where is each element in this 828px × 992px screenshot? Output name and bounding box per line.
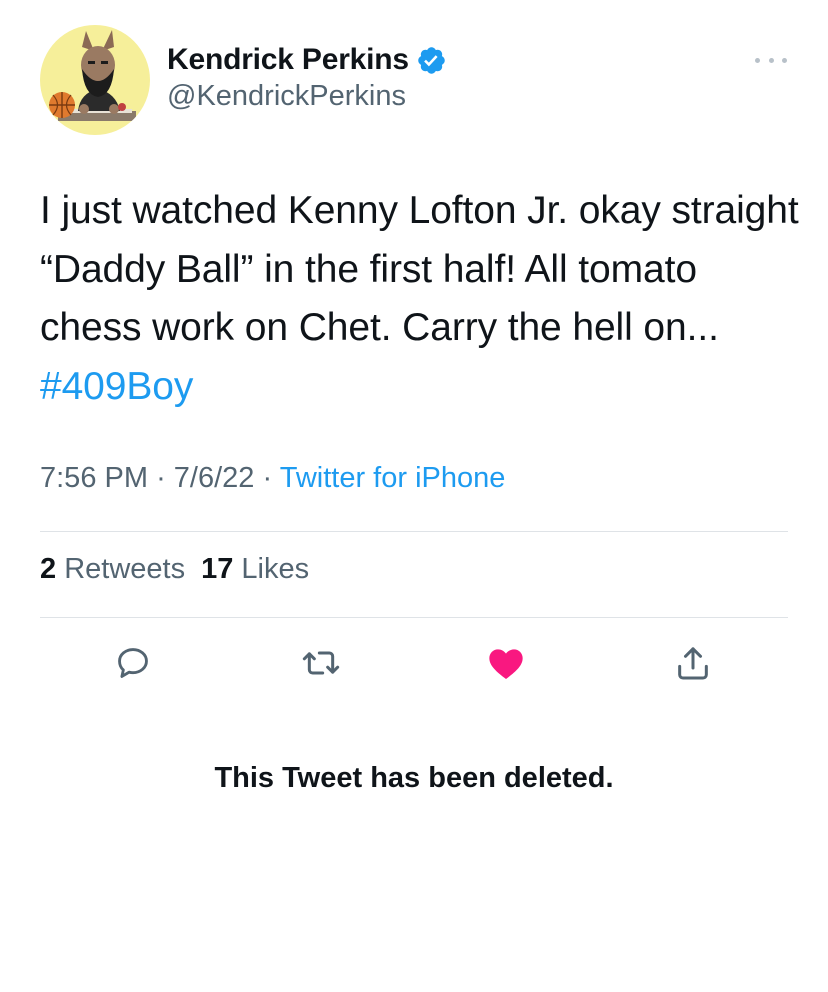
tweet-body: I just watched Kenny Lofton Jr. okay str… [40, 189, 799, 349]
retweet-button[interactable] [301, 643, 341, 683]
retweets-count: 2 [40, 553, 57, 585]
more-dot [782, 57, 787, 63]
more-dot [755, 57, 760, 63]
meta-separator: · [262, 462, 273, 494]
tweet-source-link[interactable]: Twitter for iPhone [280, 462, 506, 494]
tweet-time: 7:56 PM [40, 462, 148, 494]
tweet-date: 7/6/22 [173, 462, 255, 494]
more-dot [768, 57, 774, 63]
tweet-card: Kendrick Perkins @KendrickPerkins I just… [0, 0, 828, 992]
author-name-row[interactable]: Kendrick Perkins [167, 40, 447, 80]
deleted-tweet-notice: This Tweet has been deleted. [214, 762, 614, 794]
avatar-illustration [49, 30, 136, 121]
comment-bubble-icon [118, 648, 148, 678]
tweet-stats: 2 Retweets 17 Likes [40, 553, 309, 586]
heart-filled-icon [489, 649, 523, 679]
retweets-label: Retweets [64, 553, 186, 585]
meta-separator: · [156, 462, 166, 494]
divider [40, 617, 788, 618]
more-options-icon[interactable] [755, 52, 787, 68]
hashtag-link[interactable]: #409Boy [40, 365, 193, 408]
likes-stat[interactable]: 17 Likes [201, 553, 309, 585]
share-button[interactable] [673, 643, 713, 683]
reply-button[interactable] [113, 643, 153, 683]
avatar[interactable] [40, 25, 150, 135]
author-display-name[interactable]: Kendrick Perkins [167, 43, 409, 77]
share-upload-icon [678, 647, 708, 680]
tweet-text: I just watched Kenny Lofton Jr. okay str… [40, 182, 800, 416]
likes-label: Likes [241, 553, 310, 585]
verified-badge-icon [416, 45, 447, 76]
tweet-meta: 7:56 PM · 7/6/22 · Twitter for iPhone [40, 462, 505, 495]
divider [40, 531, 788, 532]
author-handle[interactable]: @KendrickPerkins [167, 80, 406, 113]
likes-count: 17 [201, 553, 234, 585]
retweets-stat[interactable]: 2 Retweets [40, 553, 185, 585]
retweet-arrows-icon [302, 651, 340, 675]
like-button[interactable] [486, 643, 526, 683]
